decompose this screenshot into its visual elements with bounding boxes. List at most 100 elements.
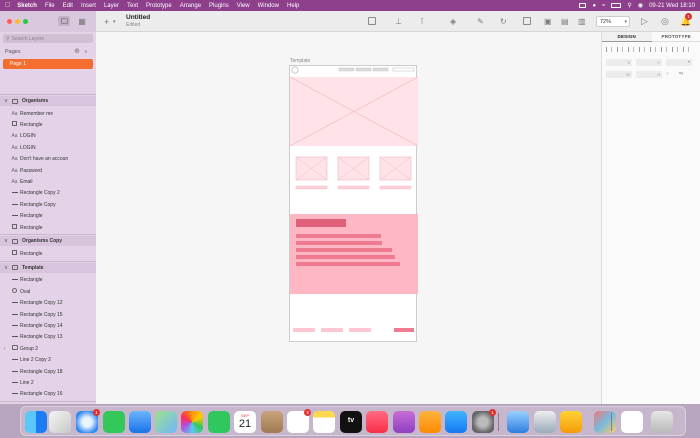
layer-item[interactable]: Rectangle Copy 16 bbox=[0, 389, 96, 400]
menu-edit[interactable]: Edit bbox=[63, 3, 73, 9]
y-field[interactable]: Y bbox=[636, 59, 662, 66]
maps-icon[interactable] bbox=[155, 411, 177, 433]
template-artboard[interactable] bbox=[289, 65, 419, 342]
mail-icon[interactable] bbox=[129, 411, 151, 433]
photos-icon[interactable] bbox=[181, 411, 203, 433]
align-left-icon[interactable] bbox=[606, 47, 612, 52]
layer-item[interactable]: Aa Email bbox=[0, 176, 96, 187]
siri-icon[interactable]: ◉ bbox=[638, 2, 643, 9]
distribute-vertical-icon[interactable] bbox=[683, 47, 689, 52]
artboard-group-1[interactable]: ∨ Organisms Copy bbox=[0, 236, 96, 247]
layer-item[interactable]: Line 2 Copy 2 bbox=[0, 355, 96, 366]
layer-item[interactable]: Rectangle Copy 12 bbox=[0, 298, 96, 309]
pages-collapse-chevron-icon[interactable]: ∨ bbox=[84, 49, 88, 55]
layer-item[interactable]: › Group 2 bbox=[0, 343, 96, 354]
screen-icon[interactable] bbox=[579, 3, 587, 8]
pages-icon[interactable] bbox=[419, 411, 441, 433]
layer-item[interactable]: Rectangle Copy 13 bbox=[0, 332, 96, 343]
tab-prototype[interactable]: PROTOTYPE bbox=[651, 32, 700, 42]
calendar-icon[interactable]: SEP 21 bbox=[234, 411, 256, 433]
preview-icon[interactable] bbox=[534, 411, 556, 433]
safari-icon[interactable]: 1 bbox=[76, 409, 100, 433]
launchpad-icon[interactable] bbox=[49, 411, 71, 433]
search-icon[interactable]: ⚲ bbox=[627, 2, 631, 9]
lock-ratio-icon[interactable]: ○ bbox=[666, 71, 669, 78]
subtract-icon[interactable]: ▤ bbox=[561, 17, 569, 26]
menu-arrange[interactable]: Arrange bbox=[180, 3, 201, 9]
layer-item[interactable]: Aa Password bbox=[0, 165, 96, 176]
align-bottom-icon[interactable]: ⊥ bbox=[395, 17, 402, 26]
artboard-group-2[interactable]: ∨ Template bbox=[0, 262, 96, 273]
layer-item[interactable]: Aa LOGIN bbox=[0, 142, 96, 153]
x-field[interactable]: X bbox=[606, 59, 632, 66]
menu-file[interactable]: File bbox=[45, 3, 55, 9]
finder-icon[interactable] bbox=[25, 411, 47, 433]
layer-item[interactable]: Oval bbox=[0, 286, 96, 297]
sketch-file-icon[interactable] bbox=[507, 411, 529, 433]
layer-item[interactable]: Aa LOGIN bbox=[0, 131, 96, 142]
menu-app-name[interactable]: Sketch bbox=[17, 3, 37, 9]
union-icon[interactable]: ▣ bbox=[544, 17, 552, 26]
edit-path-icon[interactable]: ✎ bbox=[477, 17, 484, 26]
app-store-icon[interactable] bbox=[445, 411, 467, 433]
layer-item[interactable]: Aa Remember me bbox=[0, 108, 96, 119]
align-middle-icon[interactable] bbox=[650, 47, 656, 52]
control-center-icon[interactable]: ● bbox=[592, 3, 596, 9]
distribute-horizontal-icon[interactable] bbox=[672, 47, 678, 52]
reminders-icon[interactable]: 3 bbox=[287, 409, 311, 433]
insert-chevron-down-icon[interactable]: ▾ bbox=[113, 19, 116, 25]
trash-icon[interactable] bbox=[651, 411, 673, 433]
tv-icon[interactable]: tv bbox=[340, 411, 362, 433]
layer-item[interactable]: Rectangle bbox=[0, 119, 96, 130]
layer-item[interactable]: Aa Don't have an accoun bbox=[0, 154, 96, 165]
align-top-icon[interactable] bbox=[639, 47, 645, 52]
align-center-icon[interactable] bbox=[617, 47, 623, 52]
layer-item[interactable]: Rectangle bbox=[0, 275, 96, 286]
music-icon[interactable] bbox=[366, 411, 388, 433]
layer-item[interactable]: Rectangle Copy 18 bbox=[0, 366, 96, 377]
system-preferences-icon[interactable]: 1 bbox=[472, 409, 496, 433]
menu-help[interactable]: Help bbox=[287, 3, 299, 9]
cloud-share-icon[interactable]: ◎ bbox=[661, 16, 669, 27]
minimize-window-icon[interactable] bbox=[15, 19, 20, 24]
menu-text[interactable]: Text bbox=[127, 3, 138, 9]
tab-design[interactable]: DESIGN bbox=[602, 32, 652, 42]
facetime-icon[interactable] bbox=[208, 411, 230, 433]
notes-icon[interactable] bbox=[313, 411, 335, 433]
flatten-icon[interactable] bbox=[523, 17, 531, 25]
h-field[interactable]: H bbox=[636, 71, 662, 78]
menu-view[interactable]: View bbox=[237, 3, 250, 9]
layer-item[interactable]: Rectangle bbox=[0, 211, 96, 222]
messages-icon[interactable] bbox=[103, 411, 125, 433]
layer-item[interactable]: Rectangle Copy 14 bbox=[0, 320, 96, 331]
zoom-window-icon[interactable] bbox=[23, 19, 28, 24]
create-symbol-icon[interactable]: ◈ bbox=[450, 17, 456, 26]
artboard-title[interactable]: Template bbox=[290, 58, 310, 64]
menu-layer[interactable]: Layer bbox=[104, 3, 119, 9]
layer-item[interactable]: Rectangle bbox=[0, 222, 96, 233]
apple-icon[interactable]:  bbox=[5, 2, 10, 9]
chevron-down-icon[interactable]: ∨ bbox=[0, 238, 12, 244]
screenshot-icon[interactable] bbox=[594, 411, 616, 433]
flip-icon[interactable]: ⇆ bbox=[679, 71, 683, 78]
distribute-icon[interactable]: ⊺ bbox=[420, 17, 424, 26]
clock-text[interactable]: 09-21 Wed 18:10 bbox=[649, 3, 695, 9]
add-page-icon[interactable]: ⊕ bbox=[74, 47, 80, 55]
layer-item[interactable]: Rectangle Copy 15 bbox=[0, 309, 96, 320]
align-right-icon[interactable] bbox=[628, 47, 634, 52]
sketch-icon[interactable] bbox=[560, 411, 582, 433]
sidebar-toggle-icon[interactable] bbox=[58, 16, 70, 26]
chevron-down-icon[interactable]: ∨ bbox=[0, 98, 12, 104]
rotation-field[interactable]: ▾ bbox=[666, 59, 692, 66]
layer-item[interactable]: Line 2 bbox=[0, 377, 96, 388]
chevron-down-icon[interactable]: ∨ bbox=[0, 265, 12, 271]
page-item-page-1[interactable]: Page 1 bbox=[3, 59, 93, 69]
layer-item[interactable]: Rectangle Copy bbox=[0, 199, 96, 210]
wifi-icon[interactable]: ≈ bbox=[602, 3, 605, 9]
menu-plugins[interactable]: Plugins bbox=[209, 3, 229, 9]
artboard-group-0[interactable]: ∨ Organisms bbox=[0, 96, 96, 106]
layer-item[interactable]: Rectangle bbox=[0, 248, 96, 259]
menu-window[interactable]: Window bbox=[258, 3, 279, 9]
grid-view-icon[interactable]: ▦ bbox=[76, 16, 88, 26]
preview-play-icon[interactable]: ▷ bbox=[641, 16, 648, 27]
